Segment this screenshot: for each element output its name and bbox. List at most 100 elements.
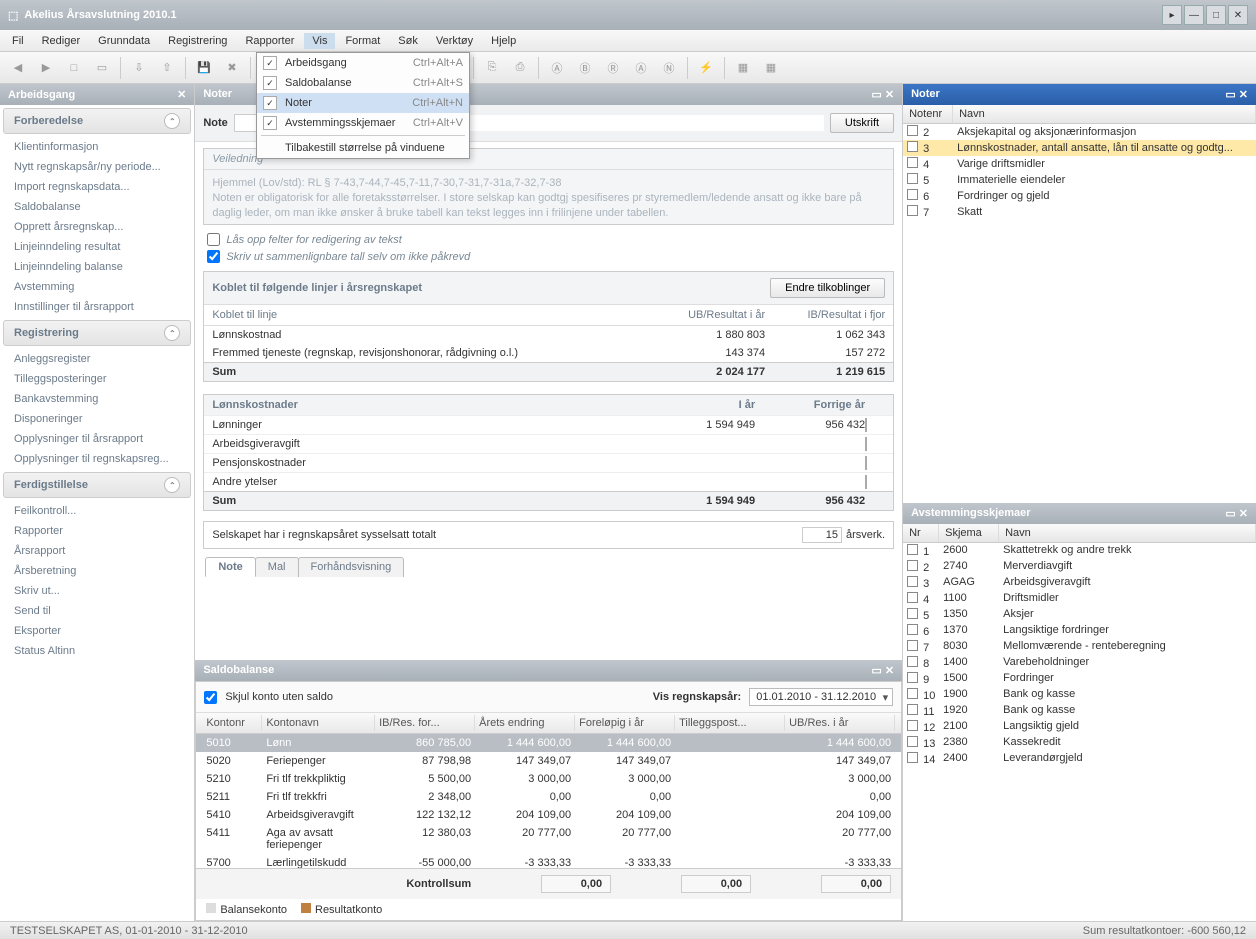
close-icon[interactable]: ✕	[177, 88, 186, 101]
tool-icon[interactable]: ⎘	[480, 56, 504, 80]
row-checkbox[interactable]	[907, 640, 918, 651]
nav-item[interactable]: Innstillinger til årsrapport	[0, 297, 194, 317]
print-comparable-checkbox[interactable]	[207, 250, 220, 263]
close-icon[interactable]: ✕	[1239, 89, 1248, 101]
years-worked-input[interactable]: 15	[802, 527, 842, 543]
tool-icon[interactable]: ⎙	[508, 56, 532, 80]
schema-row[interactable]: 101900Bank og kasse	[903, 687, 1256, 703]
menu-fil[interactable]: Fil	[4, 33, 32, 49]
group-forberedelse[interactable]: Forberedelse⌃	[3, 108, 191, 134]
menu-item-arbeidsgang[interactable]: ✓ArbeidsgangCtrl+Alt+A	[257, 53, 469, 73]
nav-item[interactable]: Opplysninger til regnskapsreg...	[0, 449, 194, 469]
tab-mal[interactable]: Mal	[255, 557, 299, 577]
row-checkbox[interactable]	[907, 141, 918, 152]
salary-row[interactable]: Lønninger1 594 949956 432	[204, 415, 893, 434]
row-checkbox[interactable]	[907, 704, 918, 715]
new-icon[interactable]: □	[62, 56, 86, 80]
account-row[interactable]: 5010Lønn860 785,001 444 600,001 444 600,…	[196, 734, 901, 752]
col-header[interactable]: UB/Res. i år	[785, 715, 895, 731]
letter-b-icon[interactable]: Ⓑ	[573, 56, 597, 80]
export-icon[interactable]: ⇧	[155, 56, 179, 80]
group-registrering[interactable]: Registrering⌃	[3, 320, 191, 346]
schema-row[interactable]: 61370Langsiktige fordringer	[903, 623, 1256, 639]
hide-zero-accounts-checkbox[interactable]	[204, 691, 217, 704]
tab-note[interactable]: Note	[205, 557, 255, 577]
schema-row[interactable]: 91500Fordringer	[903, 671, 1256, 687]
open-icon[interactable]: ▭	[90, 56, 114, 80]
print-button[interactable]: Utskrift	[830, 113, 894, 133]
forward-button[interactable]: ▶	[34, 56, 58, 80]
nav-item[interactable]: Saldobalanse	[0, 197, 194, 217]
nav-item[interactable]: Bankavstemming	[0, 389, 194, 409]
menu-item-avstemmingsskjemaer[interactable]: ✓AvstemmingsskjemaerCtrl+Alt+V	[257, 113, 469, 133]
schema-row[interactable]: 122100Langsiktig gjeld	[903, 719, 1256, 735]
delete-icon[interactable]: ✖	[220, 56, 244, 80]
account-row[interactable]: 5700Lærlingetilskudd-55 000,00-3 333,33-…	[196, 854, 901, 868]
row-checkbox[interactable]	[907, 624, 918, 635]
nav-item[interactable]: Status Altinn	[0, 641, 194, 661]
grid-icon[interactable]: ▦	[759, 56, 783, 80]
nav-item[interactable]: Rapporter	[0, 521, 194, 541]
nav-item[interactable]: Skriv ut...	[0, 581, 194, 601]
row-checkbox[interactable]	[907, 752, 918, 763]
minimize-icon[interactable]: ▭	[1225, 508, 1235, 520]
nav-item[interactable]: Send til	[0, 601, 194, 621]
account-row[interactable]: 5020Feriepenger87 798,98147 349,07147 34…	[196, 752, 901, 770]
nav-item[interactable]: Tilleggsposteringer	[0, 369, 194, 389]
schema-row[interactable]: 81400Varebeholdninger	[903, 655, 1256, 671]
schema-row[interactable]: 22740Merverdiavgift	[903, 559, 1256, 575]
menu-rediger[interactable]: Rediger	[34, 33, 89, 49]
maximize-button[interactable]: □	[1206, 5, 1226, 25]
note-row[interactable]: 4Varige driftsmidler	[903, 156, 1256, 172]
nav-item[interactable]: Avstemming	[0, 277, 194, 297]
schema-row[interactable]: 78030Mellomværende - renteberegning	[903, 639, 1256, 655]
edit-row-icon[interactable]	[865, 437, 867, 451]
row-checkbox[interactable]	[907, 189, 918, 200]
account-row[interactable]: 5211Fri tlf trekkfri2 348,000,000,000,00	[196, 788, 901, 806]
row-checkbox[interactable]	[907, 592, 918, 603]
col-header[interactable]: Tilleggspost...	[675, 715, 785, 731]
close-button[interactable]: ✕	[1228, 5, 1248, 25]
menu-item-saldobalanse[interactable]: ✓SaldobalanseCtrl+Alt+S	[257, 73, 469, 93]
nav-item[interactable]: Eksporter	[0, 621, 194, 641]
change-links-button[interactable]: Endre tilkoblinger	[770, 278, 885, 298]
row-checkbox[interactable]	[907, 560, 918, 571]
menu-hjelp[interactable]: Hjelp	[483, 33, 524, 49]
row-checkbox[interactable]	[907, 736, 918, 747]
minimize-button[interactable]: —	[1184, 5, 1204, 25]
note-row[interactable]: 2Aksjekapital og aksjonærinformasjon	[903, 124, 1256, 140]
close-icon[interactable]: ✕	[1239, 508, 1248, 520]
note-row[interactable]: 5Immaterielle eiendeler	[903, 172, 1256, 188]
salary-row[interactable]: Pensjonskostnader	[204, 453, 893, 472]
menu-registrering[interactable]: Registrering	[160, 33, 235, 49]
minimize-icon[interactable]: ▭	[1225, 89, 1235, 101]
row-checkbox[interactable]	[907, 173, 918, 184]
linked-row[interactable]: Lønnskostnad1 880 8031 062 343	[204, 326, 893, 344]
nav-item[interactable]: Anleggsregister	[0, 349, 194, 369]
unlock-fields-checkbox[interactable]	[207, 233, 220, 246]
edit-row-icon[interactable]	[865, 418, 867, 432]
note-row[interactable]: 6Fordringer og gjeld	[903, 188, 1256, 204]
row-checkbox[interactable]	[907, 544, 918, 555]
schema-row[interactable]: 132380Kassekredit	[903, 735, 1256, 751]
nav-item[interactable]: Feilkontroll...	[0, 501, 194, 521]
salary-row[interactable]: Arbeidsgiveravgift	[204, 434, 893, 453]
minimize-icon[interactable]: ▭	[871, 89, 881, 101]
schema-row[interactable]: 12600Skattetrekk og andre trekk	[903, 543, 1256, 559]
nav-item[interactable]: Årsrapport	[0, 541, 194, 561]
row-checkbox[interactable]	[907, 576, 918, 587]
edit-row-icon[interactable]	[865, 456, 867, 470]
edit-row-icon[interactable]	[865, 475, 867, 489]
row-checkbox[interactable]	[907, 608, 918, 619]
salary-row[interactable]: Andre ytelser	[204, 472, 893, 491]
menu-rapporter[interactable]: Rapporter	[237, 33, 302, 49]
col-header[interactable]: Kontonavn	[262, 715, 375, 731]
account-row[interactable]: 5210Fri tlf trekkpliktig5 500,003 000,00…	[196, 770, 901, 788]
row-checkbox[interactable]	[907, 720, 918, 731]
grid-icon[interactable]: ▦	[731, 56, 755, 80]
account-row[interactable]: 5410Arbeidsgiveravgift122 132,12204 109,…	[196, 806, 901, 824]
col-header[interactable]: Foreløpig i år	[575, 715, 675, 731]
nav-item[interactable]: Opprett årsregnskap...	[0, 217, 194, 237]
nav-item[interactable]: Klientinformasjon	[0, 137, 194, 157]
nav-item[interactable]: Årsberetning	[0, 561, 194, 581]
